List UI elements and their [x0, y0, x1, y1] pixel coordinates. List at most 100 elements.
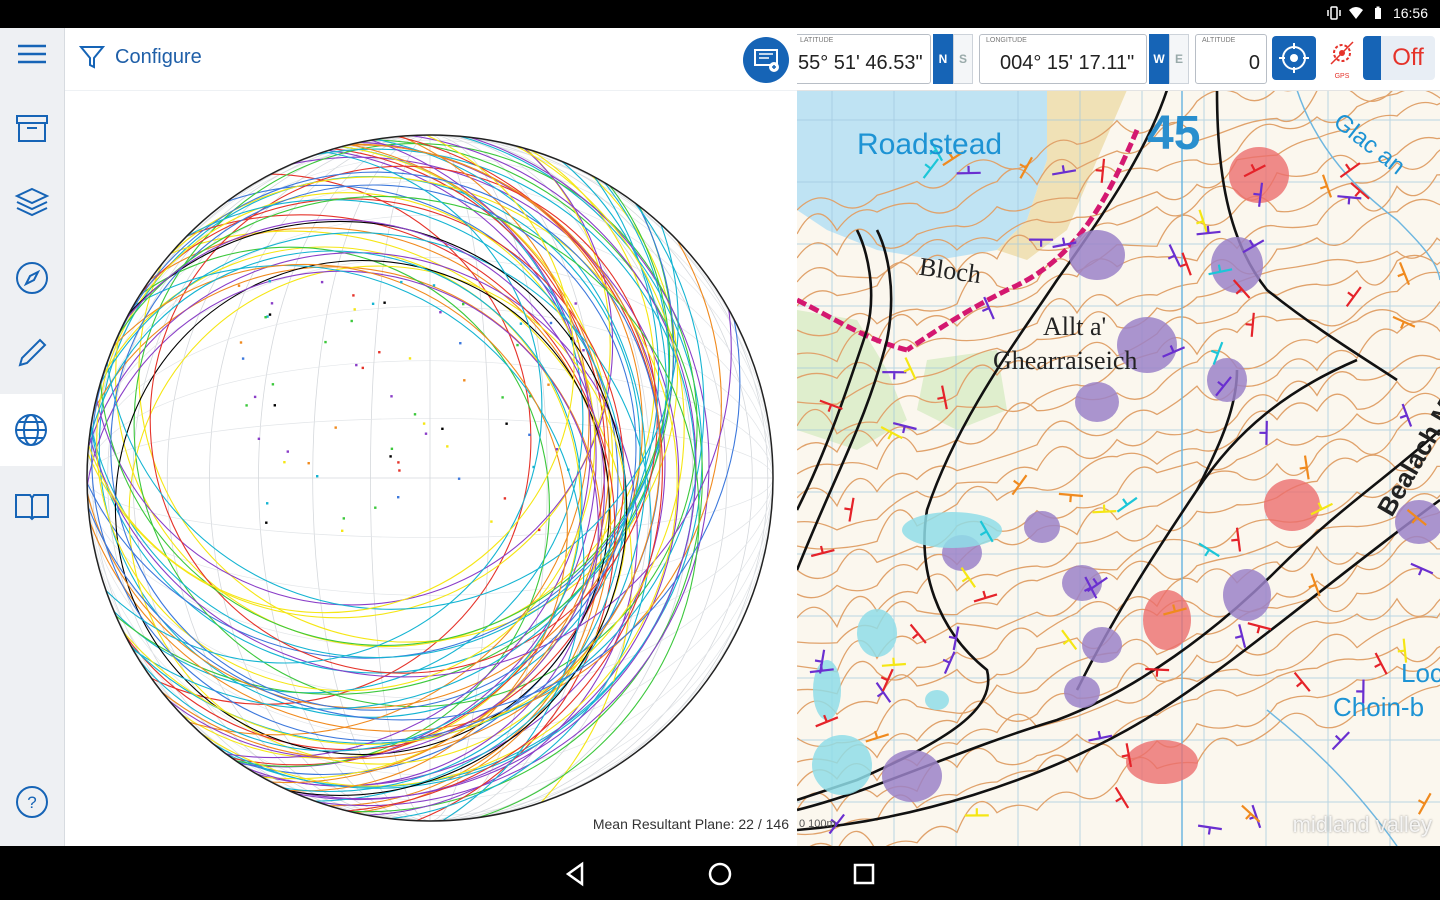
sidebar-item-draw[interactable]	[0, 317, 64, 389]
sidebar-item-archive[interactable]	[0, 92, 64, 164]
map-label-choin: Choin-b	[1333, 692, 1425, 722]
hemisphere-n[interactable]: N	[933, 34, 953, 84]
pole-point	[374, 506, 377, 509]
latitude-value: 55° 51' 46.53"	[798, 52, 923, 74]
gps-toggle-label: Off	[1392, 44, 1424, 71]
pole-point	[268, 313, 272, 316]
map-label-loch: Loch	[1401, 658, 1440, 688]
open-book-icon	[15, 494, 49, 521]
export-button[interactable]	[743, 37, 789, 83]
great-circle-arc	[87, 148, 696, 789]
pole-point	[446, 445, 449, 448]
pole-point	[463, 379, 466, 382]
pole-point	[266, 502, 269, 505]
longitude-field[interactable]: LONGITUDE 004° 15' 17.11"	[979, 34, 1147, 84]
intrusion-unit	[882, 750, 942, 802]
pole-point	[355, 363, 358, 367]
help-button[interactable]: ?	[0, 766, 64, 838]
svg-text:?: ?	[27, 793, 36, 812]
pole-point	[532, 465, 535, 469]
home-button[interactable]	[706, 860, 734, 888]
hemisphere-s[interactable]: S	[953, 34, 973, 84]
grid-number: 45	[1147, 107, 1201, 160]
pole-point	[422, 422, 426, 425]
recents-button[interactable]	[850, 860, 878, 888]
red-unit	[1143, 590, 1191, 650]
hemisphere-w[interactable]: W	[1149, 34, 1169, 84]
pole-point	[268, 280, 271, 283]
great-circle-arc	[87, 184, 619, 776]
geological-map[interactable]	[797, 90, 1440, 846]
pole-point	[397, 496, 400, 499]
layers-icon	[14, 187, 50, 217]
pole-point	[265, 521, 268, 524]
stereonet-toolbar: Configure	[65, 28, 797, 91]
pole-point	[490, 520, 493, 523]
pole-point	[264, 316, 267, 319]
cyan-unit	[925, 690, 949, 710]
pole-point	[383, 301, 386, 304]
pole-point	[390, 447, 394, 450]
pole-point	[352, 294, 355, 297]
latitude-field[interactable]: LATITUDE 55° 51' 46.53"	[797, 34, 931, 84]
pole-point	[413, 413, 417, 416]
altitude-field[interactable]: ALTITUDE 0	[1195, 34, 1267, 84]
pole-point	[350, 319, 353, 323]
android-nav-bar	[0, 846, 1440, 900]
pole-point	[361, 366, 364, 370]
great-circle-arc	[87, 135, 647, 802]
sidebar-item-notebook[interactable]	[0, 470, 64, 542]
intrusion-unit	[1024, 511, 1060, 543]
pole-point	[529, 395, 532, 398]
help-icon: ?	[16, 786, 48, 818]
pole-point	[334, 426, 337, 429]
red-unit	[1126, 740, 1198, 784]
pole-point	[371, 302, 375, 305]
pole-point	[324, 340, 327, 344]
map-label-roadstead: Roadstead	[857, 128, 1003, 161]
intrusion-unit	[1069, 230, 1125, 280]
pole-point	[547, 383, 550, 386]
configure-button[interactable]: Configure	[79, 44, 202, 70]
pole-point	[528, 433, 531, 436]
pole-point	[286, 450, 289, 453]
hemisphere-e[interactable]: E	[1169, 34, 1189, 84]
locate-button[interactable]	[1272, 36, 1316, 80]
pole-point	[432, 284, 436, 287]
pole-point	[501, 396, 504, 399]
sidebar-item-stereonet[interactable]	[0, 394, 62, 466]
pole-point	[397, 461, 400, 464]
mean-resultant-plane: Mean Resultant Plane: 22 / 146	[592, 816, 789, 832]
altitude-value: 0	[1248, 52, 1260, 74]
pole-point	[237, 284, 241, 287]
red-unit	[1264, 479, 1320, 531]
great-circle-arc	[87, 264, 585, 821]
pole-point	[378, 351, 381, 354]
pole-point	[389, 455, 392, 458]
watermark: midland valley	[1292, 812, 1432, 837]
sidebar: ?	[0, 28, 65, 846]
pole-point	[239, 341, 243, 344]
pole-point	[273, 404, 276, 407]
pole-point	[505, 422, 508, 425]
menu-button[interactable]	[0, 18, 64, 90]
pole-point	[574, 302, 577, 305]
intrusion-unit	[1223, 569, 1271, 621]
pole-point	[457, 477, 461, 480]
intrusion-unit	[1207, 358, 1247, 402]
gps-label: GPS	[1335, 73, 1350, 80]
pole-point	[316, 475, 319, 478]
pole-point	[271, 383, 275, 386]
configure-label: Configure	[115, 45, 202, 68]
intrusion-unit	[1064, 676, 1100, 708]
back-button[interactable]	[562, 860, 590, 888]
stereonet-plot	[86, 134, 774, 822]
map-panel[interactable]: LATITUDE 55° 51' 46.53" N S LONGITUDE 00…	[797, 28, 1440, 846]
stereonet-panel: Configure Mean Resultant Plane: 22 / 146	[65, 28, 797, 846]
pole-point	[459, 342, 462, 345]
pole-point	[253, 395, 257, 399]
sidebar-item-compass[interactable]	[0, 242, 64, 314]
pole-point	[555, 448, 559, 451]
sidebar-item-layers[interactable]	[0, 167, 64, 239]
gps-toggle[interactable]: Off	[1363, 36, 1435, 80]
